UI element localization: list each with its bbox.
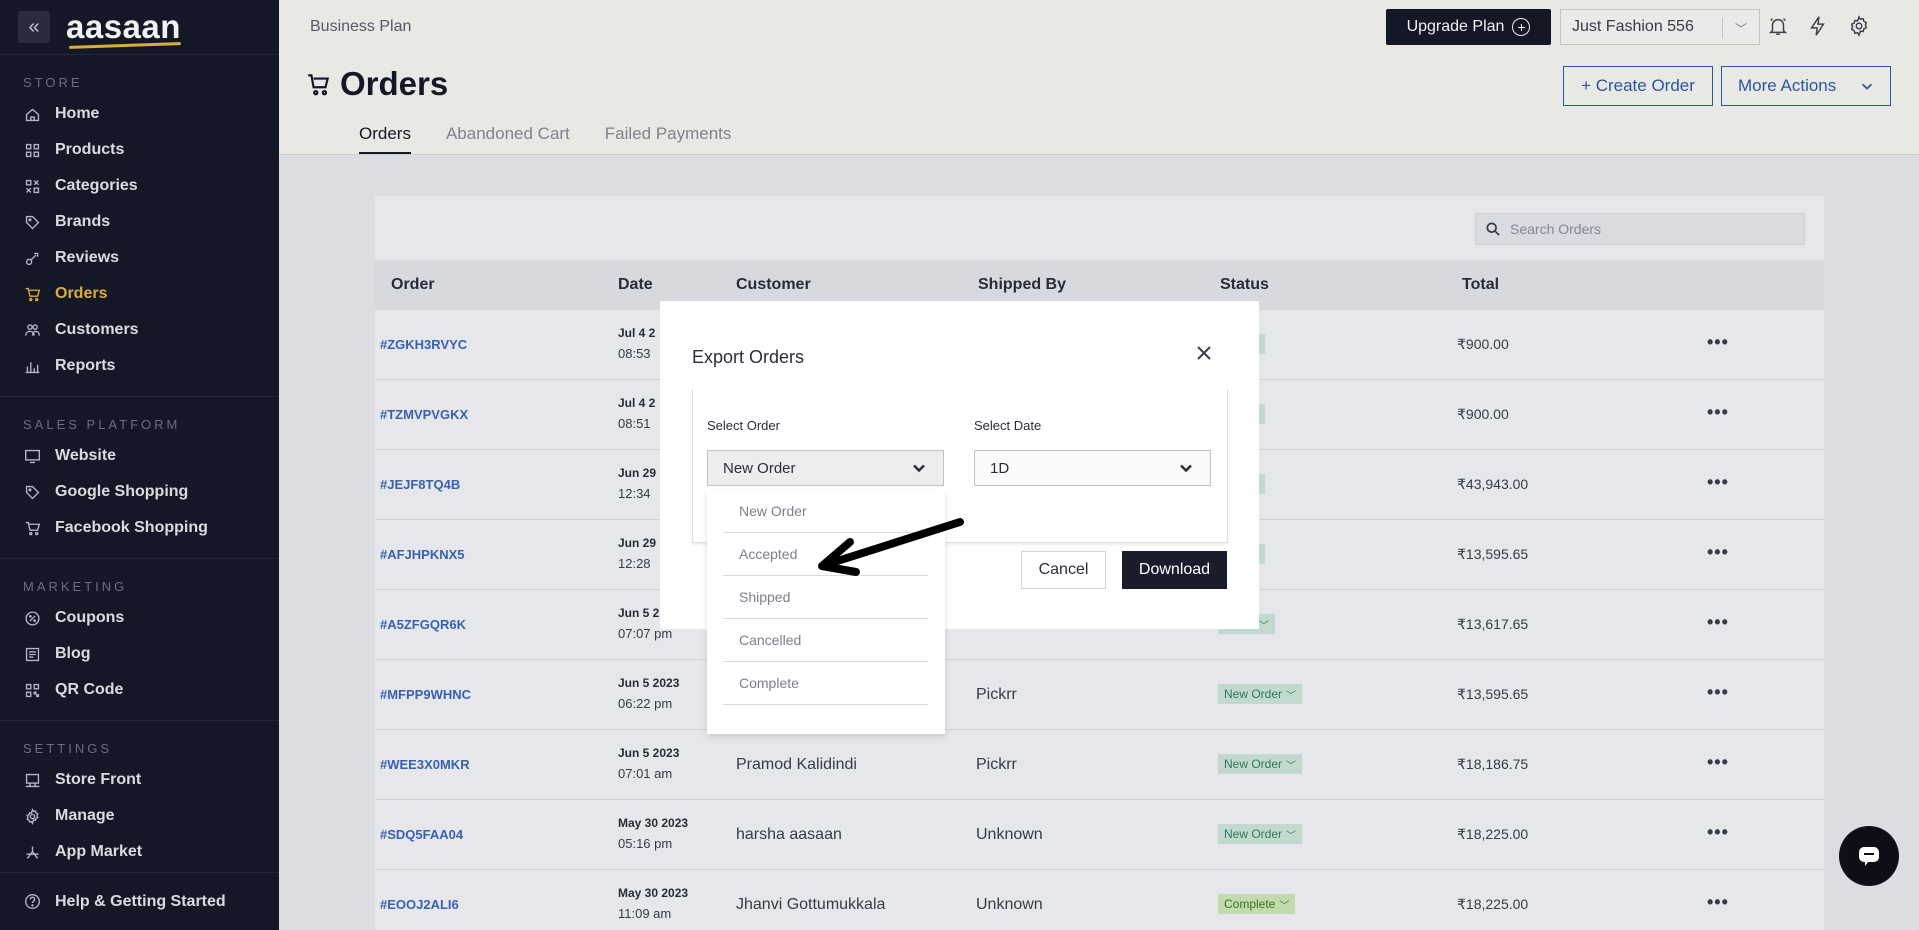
chevron-down-icon (911, 460, 927, 480)
option-shipped[interactable]: Shipped (723, 576, 928, 619)
annotation-arrow-icon (818, 518, 964, 576)
cancel-button[interactable]: Cancel (1021, 551, 1106, 589)
select-date-dropdown[interactable]: 1D (974, 450, 1211, 486)
select-order-value: New Order (723, 459, 796, 477)
option-complete[interactable]: Complete (723, 662, 928, 705)
select-order-label: Select Order (707, 418, 780, 433)
select-order-dropdown[interactable]: New Order (707, 450, 944, 486)
download-button[interactable]: Download (1122, 551, 1227, 589)
select-date-label: Select Date (974, 418, 1042, 433)
chat-button[interactable] (1839, 826, 1899, 886)
modal-title: Export Orders (692, 347, 805, 367)
option-cancelled[interactable]: Cancelled (723, 619, 928, 662)
close-icon[interactable] (1194, 343, 1218, 367)
chevron-down-icon (1178, 460, 1194, 480)
chat-icon (1859, 847, 1879, 866)
select-date-value: 1D (990, 459, 1010, 477)
